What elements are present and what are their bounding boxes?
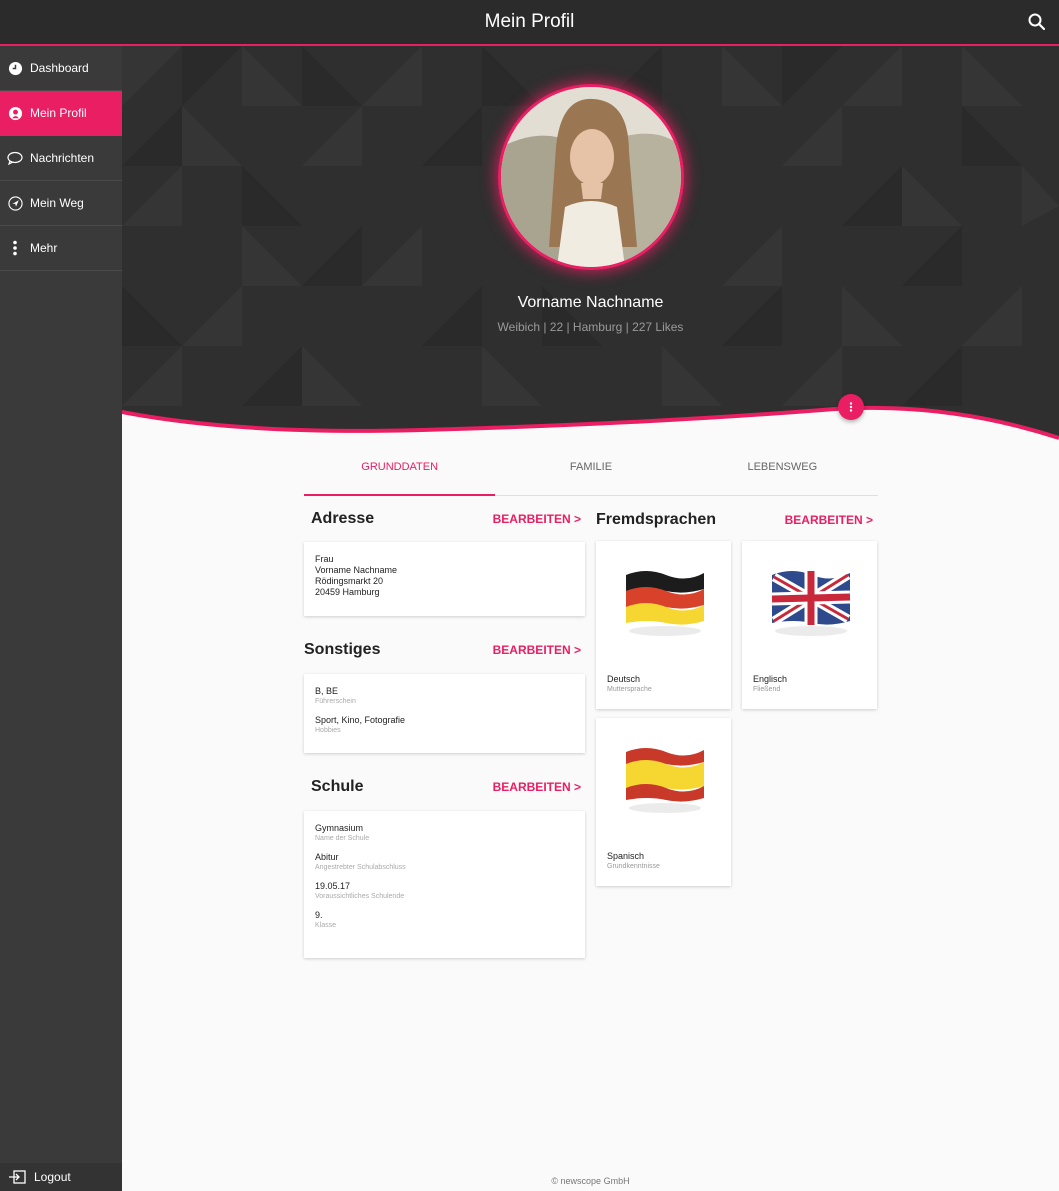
section-title: Fremdsprachen <box>596 511 717 528</box>
field-value: Gymnasium <box>315 823 364 833</box>
more-vert-icon <box>7 240 23 256</box>
spain-flag-icon <box>626 748 704 813</box>
clock-icon <box>7 60 23 76</box>
top-bar: Mein Profil <box>0 0 1059 46</box>
logout-icon <box>9 1170 26 1184</box>
field-schulabschluss: Abitur Angestrebter Schulabschluss <box>315 852 574 873</box>
edit-schule-button[interactable]: BEARBEITEN > <box>493 780 581 794</box>
field-value: B, BE <box>315 686 339 696</box>
language-card-spanisch[interactable]: Spanisch Grundkenntnisse <box>596 718 731 886</box>
field-hobbies: Sport, Kino, Fotografie Hobbies <box>315 715 574 736</box>
profile-subtitle: Weibich | 22 | Hamburg | 227 Likes <box>497 320 684 334</box>
hero-wave-divider <box>122 405 1059 450</box>
field-value: 9. <box>315 910 323 920</box>
sidebar-item-label: Mehr <box>30 241 58 255</box>
edit-address-button[interactable]: BEARBEITEN > <box>493 512 581 526</box>
field-label: Name der Schule <box>315 835 370 842</box>
field-value: 19.05.17 <box>315 881 351 891</box>
edit-sonstiges-button[interactable]: BEARBEITEN > <box>493 643 581 657</box>
field-value: Sport, Kino, Fotografie <box>315 715 406 725</box>
language-level: Grundkenntnisse <box>607 863 660 870</box>
germany-flag-icon <box>626 571 704 636</box>
chat-bubble-icon <box>7 150 23 166</box>
address-city: 20459 Hamburg <box>315 587 380 597</box>
sonstiges-header: Sonstiges BEARBEITEN > <box>304 641 581 659</box>
sidebar-item-label: Mein Profil <box>30 106 87 120</box>
tab-familie[interactable]: FAMILIE <box>495 452 686 495</box>
tab-lebensweg[interactable]: LEBENSWEG <box>687 452 878 495</box>
language-name: Englisch <box>753 674 788 684</box>
field-label: Voraussichtliches Schulende <box>315 893 405 900</box>
language-name: Deutsch <box>607 674 641 684</box>
language-card-englisch[interactable]: Englisch Fließend <box>742 541 877 709</box>
profile-name: Vorname Nachname <box>517 294 664 311</box>
field-label: Klasse <box>315 922 337 929</box>
profile-avatar[interactable] <box>498 84 684 270</box>
field-label: Führerschein <box>315 698 356 705</box>
tab-grunddaten[interactable]: GRUNDDATEN <box>304 452 496 496</box>
address-salutation: Frau <box>315 554 334 564</box>
more-vert-icon <box>849 402 853 412</box>
field-klasse: 9. Klasse <box>315 910 574 931</box>
field-label: Hobbies <box>315 727 341 734</box>
uk-flag-icon <box>771 571 851 636</box>
navigation-icon <box>7 195 23 211</box>
field-schule-name: Gymnasium Name der Schule <box>315 823 574 844</box>
sidebar-item-mein-profil[interactable]: Mein Profil <box>0 91 122 136</box>
field-value: Abitur <box>315 852 339 862</box>
schule-card: Gymnasium Name der Schule Abitur Angestr… <box>304 811 585 958</box>
sidebar-item-label: Nachrichten <box>30 151 95 165</box>
language-level: Fließend <box>753 686 781 693</box>
sidebar-item-mehr[interactable]: Mehr <box>0 226 122 271</box>
address-header: Adresse BEARBEITEN > <box>311 510 581 528</box>
field-label: Angestrebter Schulabschluss <box>315 864 406 871</box>
user-icon <box>7 105 23 121</box>
sidebar-item-label: Dashboard <box>30 61 89 75</box>
address-street: Rödingsmarkt 20 <box>315 576 384 586</box>
address-card: Frau Vorname Nachname Rödingsmarkt 20 20… <box>304 542 585 616</box>
sonstiges-card: B, BE Führerschein Sport, Kino, Fotograf… <box>304 674 585 753</box>
logout-label: Logout <box>34 1170 71 1184</box>
footer-copyright: © newscope GmbH <box>551 1176 630 1186</box>
sidebar-item-mein-weg[interactable]: Mein Weg <box>0 181 122 226</box>
sidebar-item-label: Mein Weg <box>30 196 84 210</box>
profile-tabs: GRUNDDATEN FAMILIE LEBENSWEG <box>304 452 878 496</box>
field-schulende: 19.05.17 Voraussichtliches Schulende <box>315 881 574 902</box>
language-card-deutsch[interactable]: Deutsch Muttersprache <box>596 541 731 709</box>
sidebar-item-dashboard[interactable]: Dashboard <box>0 46 122 91</box>
edit-languages-button[interactable]: BEARBEITEN > <box>785 513 873 527</box>
profile-hero: Vorname Nachname Weibich | 22 | Hamburg … <box>122 46 1059 446</box>
section-title: Schule <box>311 778 364 795</box>
sidebar: Dashboard Mein Profil Nachrichten Mein W… <box>0 46 122 1191</box>
search-icon[interactable] <box>1027 12 1047 32</box>
schule-header: Schule BEARBEITEN > <box>311 778 581 796</box>
languages-header: Fremdsprachen BEARBEITEN > <box>596 511 873 529</box>
page-title: Mein Profil <box>484 11 575 32</box>
language-name: Spanisch <box>607 851 645 861</box>
section-title: Adresse <box>311 510 375 527</box>
sidebar-item-nachrichten[interactable]: Nachrichten <box>0 136 122 181</box>
logout-button[interactable]: Logout <box>0 1163 122 1191</box>
field-fuehrerschein: B, BE Führerschein <box>315 686 574 707</box>
more-options-button[interactable] <box>838 394 864 420</box>
section-title: Sonstiges <box>304 641 381 658</box>
language-level: Muttersprache <box>607 686 652 693</box>
address-name: Vorname Nachname <box>315 565 398 575</box>
